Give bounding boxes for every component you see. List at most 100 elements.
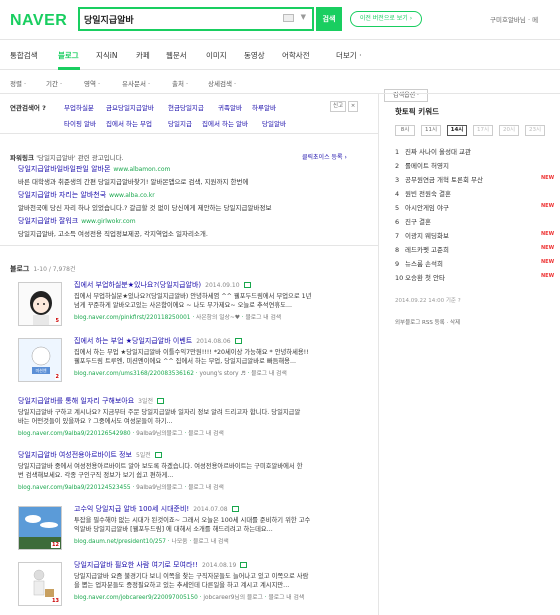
post-thumbnail[interactable]: 13 — [18, 562, 62, 606]
blog-search-link[interactable]: 블로그 내 검색 — [193, 539, 229, 545]
share-icon[interactable] — [234, 338, 242, 344]
search-button[interactable]: 검색 — [316, 7, 342, 31]
blog-search-link[interactable]: 블로그 내 검색 — [245, 315, 281, 321]
hot-keyword-item[interactable]: 6 진구 결혼 — [395, 216, 431, 226]
blog-post: 당일지급알바를 통해 일자리 구해보아요 3일전 당일지급알바 구하고 계시나요?… — [18, 396, 372, 440]
filter-bar: 정렬 · 기간 · 영역 · 유사문서 · 출처 · 상세검색 · — [0, 70, 560, 94]
blog-search-link[interactable]: 블로그 내 검색 — [268, 595, 304, 601]
keyboard-icon[interactable] — [283, 14, 294, 22]
post-thumbnail[interactable]: 5 — [18, 282, 62, 326]
tab-video[interactable]: 동영상 — [244, 50, 265, 61]
related-item[interactable]: 당일알바 — [262, 118, 286, 128]
blog-post: 5 집에서 부업하실분★있나요?(당일지급알바) 2014.09.10 집에서 부… — [18, 280, 372, 332]
tab-cafe[interactable]: 카페 — [136, 50, 150, 61]
post-url[interactable]: blog.naver.com/ums3168/220083536162 — [74, 371, 194, 377]
post-title-link[interactable]: 집에서 부업하실분★있나요?(당일지급알바) — [74, 281, 201, 289]
blog-search-link[interactable]: 블로그 내 검색 — [251, 371, 287, 377]
hot-keyword-item[interactable]: 5 아시안게임 야구 — [395, 202, 449, 212]
post-url[interactable]: blog.naver.com/9alba9/220124523455 — [18, 485, 131, 491]
ad-title-link[interactable]: 당일지급알바 자리는 알바천국 — [18, 191, 106, 199]
search-input[interactable] — [84, 12, 284, 26]
ad-url[interactable]: www.girlwokr.com — [81, 218, 135, 225]
related-item[interactable]: 하루알바 — [252, 102, 276, 112]
rss-register-link[interactable]: 외부블로그 RSS 등록 · 삭제 — [395, 318, 460, 326]
post-author[interactable]: young's story ♬ — [199, 371, 245, 377]
tab-image[interactable]: 이미지 — [206, 50, 227, 61]
tab-dictionary[interactable]: 어학사전 — [282, 50, 310, 61]
share-icon[interactable] — [154, 452, 162, 458]
click-choice-link[interactable]: 클릭초이스 등록 › — [302, 152, 347, 161]
post-url[interactable]: blog.naver.com/jobcareer9/220097005150 — [74, 595, 198, 601]
hot-keyword-item[interactable]: 4 원빈 전원숙 결혼 — [395, 188, 451, 198]
post-title-link[interactable]: 당일지급알바를 통해 일자리 구해보아요 — [18, 397, 134, 405]
share-icon[interactable] — [243, 282, 251, 288]
related-item[interactable]: 집에서 하는 부업 — [106, 118, 152, 128]
time-tab[interactable]: 23시 — [525, 125, 545, 136]
post-author[interactable]: 나모움 — [171, 539, 187, 545]
time-tab[interactable]: 20시 — [499, 125, 519, 136]
hot-keyword-item[interactable]: 8 레드카펫 고준희 — [395, 244, 449, 254]
related-item[interactable]: 현금당일지급 — [168, 102, 204, 112]
related-item[interactable]: 타이핑 알바 — [64, 118, 96, 128]
filter-area[interactable]: 영역 · — [84, 78, 100, 88]
tab-more[interactable]: 더보기 · — [336, 50, 361, 61]
filter-period[interactable]: 기간 · — [46, 78, 62, 88]
post-author[interactable]: 9alba9님의블로그 — [136, 485, 182, 491]
post-url[interactable]: blog.naver.com/9alba9/220126542980 — [18, 431, 131, 437]
tab-all[interactable]: 통합검색 — [10, 50, 38, 61]
hot-keyword-item[interactable]: 9 뉴스룸 손석희 — [395, 258, 443, 268]
filter-detail[interactable]: 상세검색 · — [208, 78, 236, 88]
filter-sort[interactable]: 정렬 · — [10, 78, 26, 88]
ad-title-link[interactable]: 당일지급알바일바일판일 알바몬 — [18, 165, 110, 173]
tab-blog[interactable]: 블로그 — [58, 50, 79, 61]
post-url[interactable]: blog.daum.net/president10/257 — [74, 539, 166, 545]
post-title-link[interactable]: 당일지급알바 여성전용아르바이트 정보 — [18, 451, 132, 459]
related-item[interactable]: 당일지급 — [168, 118, 192, 128]
post-title-link[interactable]: 집에서 하는 부업 ★당일지급알바 이벤트 — [74, 337, 192, 345]
time-tab[interactable]: 8시 — [395, 125, 415, 136]
blog-search-link[interactable]: 블로그 내 검색 — [188, 431, 224, 437]
naver-logo[interactable]: NAVER — [10, 12, 67, 30]
share-icon[interactable] — [240, 562, 248, 568]
related-item[interactable]: 귀족알바 — [218, 102, 242, 112]
time-tab-active[interactable]: 14시 — [447, 125, 467, 136]
post-url[interactable]: blog.naver.com/pinkfirst/220118250001 — [74, 315, 190, 321]
share-icon[interactable] — [231, 506, 239, 512]
report-button[interactable]: 신고 — [330, 101, 346, 112]
post-author[interactable]: 사은함의 일상~♥ — [196, 315, 240, 321]
blog-search-link[interactable]: 블로그 내 검색 — [188, 485, 224, 491]
hot-topic-updated: 2014.09.22 14:00 기준 ? — [395, 298, 461, 304]
powerlink-subtitle: '당일지급알바' 관련 광고입니다. — [36, 154, 124, 162]
related-item[interactable]: 부업하실분 — [64, 102, 94, 112]
filter-source[interactable]: 출처 · — [172, 78, 188, 88]
search-box[interactable]: ▼ — [78, 7, 314, 31]
time-tab[interactable]: 17시 — [473, 125, 493, 136]
share-icon[interactable] — [157, 398, 165, 404]
chevron-down-icon[interactable]: ▼ — [301, 13, 306, 21]
ad-url[interactable]: www.albamon.com — [113, 166, 170, 173]
prev-version-button[interactable]: 이전 버전으로 보기 › — [350, 11, 422, 27]
hot-keyword-item[interactable]: 10 오승환 첫 안타 — [395, 272, 445, 282]
hot-keyword-item[interactable]: 1 진짜 사나이 올성대 교관 — [395, 146, 471, 156]
hot-keyword-item[interactable]: 7 이광지 웨딩화보 — [395, 230, 449, 240]
ad-url[interactable]: www.alba.co.kr — [109, 192, 155, 199]
post-title-link[interactable]: 고수익 당일지급 알바 100세 시대준비! — [74, 505, 189, 513]
post-thumbnail[interactable]: 미션엔 2 — [18, 338, 62, 382]
hot-keyword-item[interactable]: 3 공무원연금 개혁 토론회 무산 — [395, 174, 483, 184]
post-author[interactable]: jobcareer9님의 블로그 — [203, 595, 263, 601]
post-author[interactable]: 9alba9님의블로그 — [136, 431, 182, 437]
ad-title-link[interactable]: 당일지급알바 잘워크 — [18, 217, 78, 225]
post-date: 2014.08.19 — [202, 562, 237, 569]
related-item[interactable]: 금요당일지급알바 — [106, 102, 154, 112]
tab-web[interactable]: 웹문서 — [166, 50, 187, 61]
time-tab[interactable]: 11시 — [421, 125, 441, 136]
filter-similar[interactable]: 유사문서 · — [122, 78, 150, 88]
post-thumbnail[interactable]: 12 — [18, 506, 62, 550]
hot-keyword-item[interactable]: 2 롤메이트 허영지 — [395, 160, 449, 170]
close-icon[interactable]: × — [348, 101, 358, 112]
user-menu[interactable]: 구미호알바님 · 메 — [490, 14, 538, 24]
tab-kin[interactable]: 지식iN — [96, 50, 118, 61]
post-title-link[interactable]: 당일지급알바 필요한 사람 여기로 모여라!! — [74, 561, 198, 569]
post-date: 5일전 — [135, 452, 151, 459]
related-item[interactable]: 집에서 하는 알바 — [202, 118, 248, 128]
